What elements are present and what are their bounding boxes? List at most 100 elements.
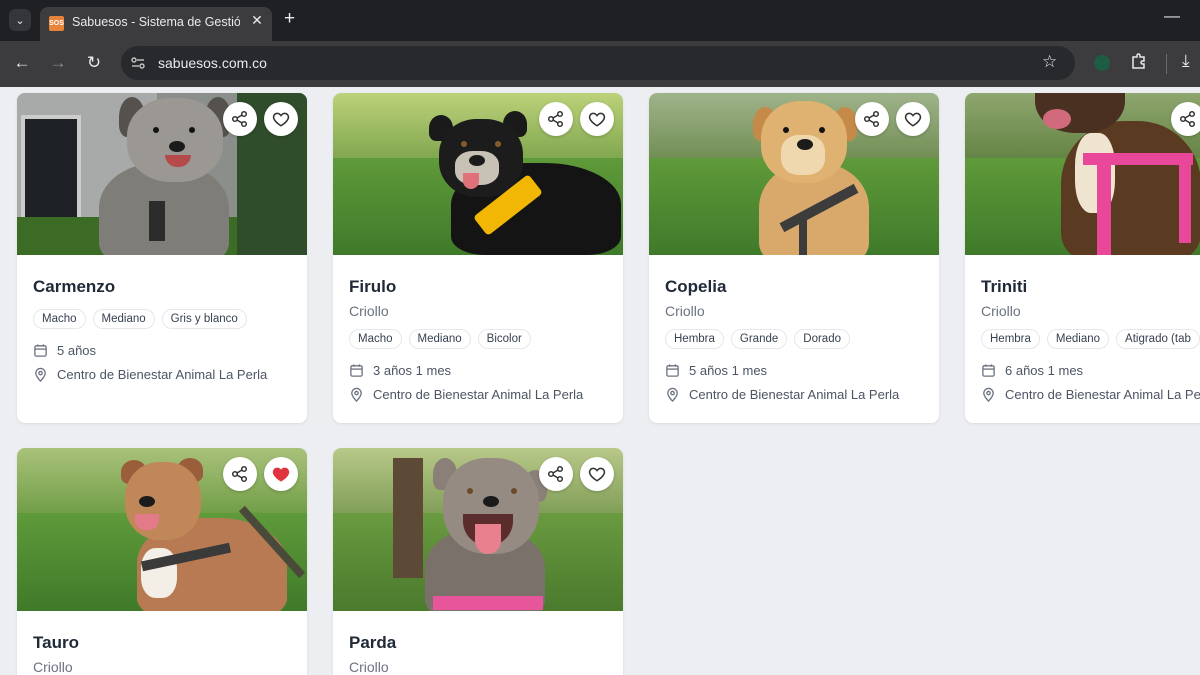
site-info-icon[interactable] xyxy=(130,55,146,71)
new-tab-icon[interactable]: + xyxy=(284,8,295,30)
pet-name: Triniti xyxy=(981,277,1028,296)
pet-name: Copelia xyxy=(665,277,727,296)
favorite-button[interactable] xyxy=(264,457,298,491)
pet-age-text: 5 años 1 mes xyxy=(689,363,768,378)
pet-tags: Macho Mediano Bicolor xyxy=(349,329,531,349)
pet-location: Centro de Bienestar Animal La Pe xyxy=(981,387,1200,402)
pet-breed: Criollo xyxy=(33,659,73,675)
pet-tag: Hembra xyxy=(665,329,724,349)
extension-icon[interactable] xyxy=(1094,55,1110,71)
pet-tag: Macho xyxy=(33,309,86,329)
pet-tags: Macho Mediano Gris y blanco xyxy=(33,309,247,329)
close-icon[interactable]: ✕ xyxy=(248,12,266,29)
pet-photo[interactable] xyxy=(965,93,1200,255)
share-icon xyxy=(231,110,248,128)
pet-tag: Mediano xyxy=(1046,329,1110,349)
browser-tab[interactable]: SOS Sabuesos - Sistema de Gestión ✕ xyxy=(40,7,272,41)
calendar-icon xyxy=(666,364,679,377)
share-button[interactable] xyxy=(223,102,257,136)
pet-name: Carmenzo xyxy=(33,277,116,296)
pet-card[interactable]: Tauro Criollo xyxy=(17,448,307,675)
pet-tag: Macho xyxy=(349,329,402,349)
calendar-icon xyxy=(350,364,363,377)
forward-icon[interactable]: → xyxy=(48,53,68,73)
pet-name: Parda xyxy=(349,633,397,652)
pet-photo[interactable] xyxy=(17,448,307,611)
location-pin-icon xyxy=(983,387,994,402)
pet-card[interactable]: Copelia Criollo Hembra Grande Dorado 5 a… xyxy=(649,93,939,423)
pet-tags: Hembra Grande Dorado xyxy=(665,329,850,349)
browser-tab-bar: ⌄ SOS Sabuesos - Sistema de Gestión ✕ + … xyxy=(0,0,1200,41)
pet-card[interactable]: Parda Criollo xyxy=(333,448,623,675)
pet-age-text: 5 años xyxy=(57,343,97,358)
toolbar-divider xyxy=(1166,54,1167,74)
pet-age: 6 años 1 mes xyxy=(981,363,1083,378)
tab-title: Sabuesos - Sistema de Gestión xyxy=(72,15,240,29)
pet-location-text: Centro de Bienestar Animal La Perla xyxy=(373,387,584,402)
share-icon xyxy=(547,465,564,483)
pet-location-text: Centro de Bienestar Animal La Perla xyxy=(689,387,900,402)
location-pin-icon xyxy=(667,387,678,402)
calendar-icon xyxy=(34,344,47,357)
pet-tag: Bicolor xyxy=(477,329,531,349)
pet-age-text: 3 años 1 mes xyxy=(373,363,452,378)
puzzle-icon[interactable] xyxy=(1130,52,1148,70)
pet-tag: Gris y blanco xyxy=(161,309,247,329)
pet-card[interactable]: Firulo Criollo Macho Mediano Bicolor 3 a… xyxy=(333,93,623,423)
pet-breed: Criollo xyxy=(665,303,705,319)
pet-photo[interactable] xyxy=(17,93,307,255)
share-icon xyxy=(231,465,248,483)
address-bar[interactable]: sabuesos.com.co ☆ xyxy=(121,46,1075,80)
share-button[interactable] xyxy=(539,102,573,136)
pet-age: 5 años 1 mes xyxy=(665,363,767,378)
share-button[interactable] xyxy=(1171,102,1200,136)
tab-search-icon[interactable]: ⌄ xyxy=(9,9,31,31)
back-icon[interactable]: ← xyxy=(12,53,32,73)
share-button[interactable] xyxy=(539,457,573,491)
pet-name: Firulo xyxy=(349,277,397,296)
share-icon xyxy=(863,110,880,128)
heart-outline-icon xyxy=(272,112,290,127)
heart-outline-icon xyxy=(588,112,606,127)
minimize-icon[interactable]: — xyxy=(1164,8,1180,26)
favorite-button[interactable] xyxy=(896,102,930,136)
pet-photo[interactable] xyxy=(333,93,623,255)
pet-tag: Mediano xyxy=(92,309,155,329)
share-button[interactable] xyxy=(223,457,257,491)
pet-age: 5 años xyxy=(33,343,96,358)
heart-outline-icon xyxy=(904,112,922,127)
pet-card[interactable]: Triniti Criollo Hembra Mediano Atigrado … xyxy=(965,93,1200,423)
pet-location-text: Centro de Bienestar Animal La Perla xyxy=(57,367,268,382)
pet-grid: Carmenzo Macho Mediano Gris y blanco 5 a… xyxy=(0,87,1200,675)
heart-outline-icon xyxy=(588,467,606,482)
pet-tag: Dorado xyxy=(794,329,850,349)
share-button[interactable] xyxy=(855,102,889,136)
pet-breed: Criollo xyxy=(981,303,1021,319)
pet-breed: Criollo xyxy=(349,659,389,675)
share-icon xyxy=(1179,110,1196,128)
calendar-icon xyxy=(982,364,995,377)
download-icon[interactable]: ⤓ xyxy=(1182,51,1190,71)
heart-filled-icon xyxy=(272,467,290,482)
pet-tags: Hembra Mediano Atigrado (tab xyxy=(981,329,1200,349)
pet-tag: Hembra xyxy=(981,329,1040,349)
pet-tag: Grande xyxy=(730,329,788,349)
favorite-button[interactable] xyxy=(580,102,614,136)
pet-card[interactable]: Carmenzo Macho Mediano Gris y blanco 5 a… xyxy=(17,93,307,423)
browser-toolbar: ← → ↻ sabuesos.com.co ☆ ⤓ xyxy=(0,41,1200,87)
pet-photo[interactable] xyxy=(649,93,939,255)
pet-photo[interactable] xyxy=(333,448,623,611)
pet-name: Tauro xyxy=(33,633,79,652)
pet-location: Centro de Bienestar Animal La Perla xyxy=(665,387,899,402)
pet-location-text: Centro de Bienestar Animal La Pe xyxy=(1005,387,1200,402)
favorite-button[interactable] xyxy=(580,457,614,491)
favorite-button[interactable] xyxy=(264,102,298,136)
pet-location: Centro de Bienestar Animal La Perla xyxy=(33,367,267,382)
reload-icon[interactable]: ↻ xyxy=(84,53,104,73)
pet-age: 3 años 1 mes xyxy=(349,363,451,378)
location-pin-icon xyxy=(351,387,362,402)
favicon-icon: SOS xyxy=(49,16,64,31)
pet-tag: Atigrado (tab xyxy=(1116,329,1200,349)
pet-location: Centro de Bienestar Animal La Perla xyxy=(349,387,583,402)
bookmark-star-icon[interactable]: ☆ xyxy=(1042,52,1057,72)
